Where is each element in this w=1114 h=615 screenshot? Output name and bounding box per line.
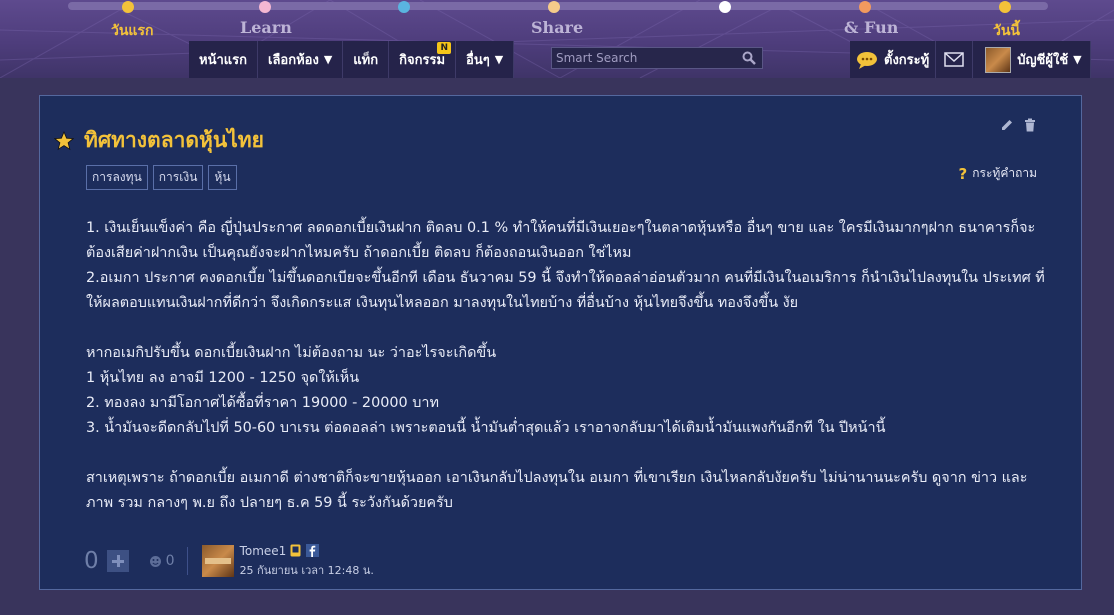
timeline-label-fun: & Fun [844, 18, 899, 37]
vote-plus-button[interactable] [106, 550, 129, 572]
avatar[interactable] [201, 545, 234, 577]
main-nav: หน้าแรก เลือกห้อง ▼ แท็ก กิจกรรม N อื่นๆ ▼ [189, 41, 515, 78]
new-badge: N [437, 42, 452, 54]
topic-body: 1. เงินเย็นแข็งค่า คือ ญี่ปุ่นประกาศ ลดด… [86, 216, 1046, 516]
footer-divider [186, 547, 188, 575]
question-icon: ? [958, 164, 968, 183]
chevron-down-icon: ▼ [1073, 53, 1082, 66]
topic-type-label: กระทู้คำถาม [972, 166, 1037, 180]
facebook-icon[interactable] [306, 544, 320, 557]
topic-actions [1000, 118, 1036, 132]
timeline-dot-share-2 [548, 1, 560, 13]
timeline-label-today: วันนี้ [993, 23, 1021, 39]
timeline-dot-fun-2 [859, 1, 871, 13]
account-menu[interactable]: บัญชีผู้ใช้ ▼ [973, 41, 1091, 78]
nav-item-activities[interactable]: กิจกรรม N [389, 41, 457, 78]
author-row: Tomee1 [240, 544, 374, 558]
body-paragraph: สาเหตุเพราะ ถ้าดอกเบี้ย อเมกาดี ต่างชาติ… [86, 470, 1028, 511]
create-topic-label: ตั้งกระทู้ [884, 53, 930, 68]
nav-item-label: แท็ก [353, 53, 379, 68]
nav-item-select-room[interactable]: เลือกห้อง ▼ [258, 41, 344, 78]
author-meta: Tomee1 25 กันยายน เวลา 12:48 น. [240, 544, 374, 579]
search-icon[interactable] [742, 51, 756, 65]
tag-item[interactable]: การลงทุน [86, 165, 148, 190]
timeline-dot-first [122, 1, 134, 13]
search-input[interactable] [552, 50, 738, 66]
timeline-label-first: วันแรก [111, 23, 154, 39]
speech-bubble-icon [857, 51, 877, 69]
chevron-down-icon: ▼ [494, 53, 504, 66]
nav-item-more[interactable]: อื่นๆ ▼ [456, 41, 515, 78]
timeline-bar [68, 1, 1048, 13]
tag-item[interactable]: หุ้น [208, 165, 237, 190]
pencil-icon[interactable] [1000, 118, 1014, 132]
topic-card: ทิศทางตลาดหุ้นไทย การลงทุน การเงิน หุ้น … [39, 95, 1082, 590]
topic-type: ? กระทู้คำถาม [959, 164, 1037, 183]
body-paragraph: 1. เงินเย็นแข็งค่า คือ ญี่ปุ่นประกาศ ลดด… [86, 220, 1036, 261]
timeline-dot-learn [259, 1, 271, 13]
create-topic-button[interactable]: ตั้งกระทู้ [850, 41, 937, 78]
nav-item-label: อื่นๆ [466, 53, 490, 68]
emotion-count: 0 [165, 553, 175, 569]
page-title: ทิศทางตลาดหุ้นไทย [84, 128, 264, 152]
topic-footer: 0 0 Tomee1 25 กันยายน เวลา 12:48 น. [84, 541, 374, 581]
account-label: บัญชีผู้ใช้ [1017, 53, 1069, 68]
timeline-label-share: Share [531, 18, 584, 37]
timeline-dot-share-1 [398, 1, 410, 13]
tag-item[interactable]: การเงิน [152, 165, 204, 190]
nav-item-tags[interactable]: แท็ก [343, 41, 390, 78]
chevron-down-icon: ▼ [323, 53, 333, 66]
nav-item-label: หน้าแรก [199, 53, 247, 68]
create-topic-nav: ตั้งกระทู้ บัญชีผู้ใช้ ▼ [850, 41, 1091, 78]
site-header: วันแรก Learn Share & Fun วันนี้ หน้าแรก … [0, 0, 1114, 78]
post-timestamp: 25 กันยายน เวลา 12:48 น. [239, 563, 374, 577]
nav-item-label: เลือกห้อง [268, 53, 319, 68]
body-paragraph: 2.อเมกา ประกาศ คงดอกเบี้ย ไม่ขึ้นดอกเบีย… [86, 270, 1045, 311]
body-paragraph: 1 หุ้นไทย ลง อาจมี 1200 - 1250 จุดให้เห็… [86, 370, 360, 386]
body-paragraph: 3. น้ำมันจะดีดกลับไปที่ 50-60 บาเรน ต่อด… [86, 420, 886, 436]
messages-button[interactable] [936, 41, 974, 78]
nav-item-home[interactable]: หน้าแรก [189, 41, 258, 78]
timeline-label-learn: Learn [240, 18, 292, 37]
author-name[interactable]: Tomee1 [240, 544, 287, 558]
timeline-dot-today [999, 1, 1011, 13]
search-box [551, 47, 763, 69]
smiley-icon [149, 555, 161, 567]
vote-count: 0 [84, 548, 99, 574]
topic-header: ทิศทางตลาดหุ้นไทย [54, 124, 264, 157]
envelope-icon [944, 52, 964, 67]
body-paragraph: หากอเมกิปรับขึ้น ดอกเบี้ยเงินฝาก ไม่ต้อง… [86, 345, 497, 361]
emotion-counter[interactable]: 0 [149, 553, 175, 569]
trash-icon[interactable] [1024, 118, 1036, 132]
mobile-phone-icon [290, 544, 301, 557]
body-paragraph: 2. ทองลง มามีโอกาศได้ซื้อที่ราคา 19000 -… [86, 395, 439, 411]
timeline-dot-fun-1 [719, 1, 731, 13]
star-icon[interactable] [54, 130, 74, 151]
tag-list: การลงทุน การเงิน หุ้น [86, 165, 237, 190]
avatar [985, 46, 1012, 73]
